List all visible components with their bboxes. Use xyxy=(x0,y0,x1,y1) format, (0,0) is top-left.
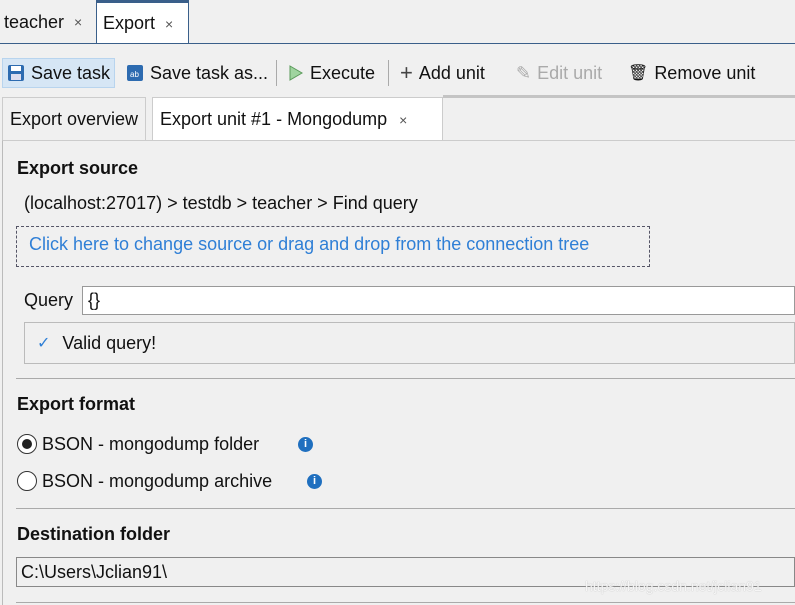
divider xyxy=(16,508,795,509)
edit-unit-label: Edit unit xyxy=(537,62,603,83)
check-icon: ✓ xyxy=(37,335,51,352)
tab-label: teacher xyxy=(4,11,65,32)
svg-text:ab: ab xyxy=(130,70,139,79)
radio-mongodump-archive[interactable] xyxy=(17,471,37,491)
query-status: Valid query! xyxy=(62,332,157,353)
close-icon[interactable]: × xyxy=(74,14,82,30)
execute-button[interactable]: Execute xyxy=(284,58,379,88)
trash-icon: 🗑 xyxy=(628,65,649,82)
remove-unit-button[interactable]: 🗑 Remove unit xyxy=(624,58,759,88)
export-source-heading: Export source xyxy=(17,158,139,178)
watermark: https://blog.csdn.net/jclian91 xyxy=(585,578,762,594)
destination-heading: Destination folder xyxy=(17,524,171,544)
edit-unit-button[interactable]: ✎ Edit unit xyxy=(512,58,606,88)
plus-icon: + xyxy=(400,60,413,85)
tab-label: Export overview xyxy=(10,109,139,129)
divider xyxy=(16,378,795,379)
tab-strip xyxy=(443,95,795,98)
change-source-dropzone[interactable]: Click here to change source or drag and … xyxy=(16,226,650,267)
info-icon[interactable]: i xyxy=(298,437,313,452)
save-as-icon: ab xyxy=(127,65,143,81)
play-icon xyxy=(289,65,303,81)
tab-label: Export xyxy=(103,13,156,33)
close-icon[interactable]: × xyxy=(165,16,173,32)
save-task-as-button[interactable]: ab Save task as... xyxy=(122,58,272,88)
divider xyxy=(16,602,795,603)
radio-label: BSON - mongodump archive xyxy=(42,471,273,491)
info-icon[interactable]: i xyxy=(307,474,322,489)
save-task-as-label: Save task as... xyxy=(150,62,269,83)
toolbar-separator xyxy=(276,60,277,86)
tab-teacher[interactable]: teacher × xyxy=(0,0,86,44)
export-format-heading: Export format xyxy=(17,394,136,414)
remove-unit-label: Remove unit xyxy=(654,62,756,83)
query-input[interactable]: {} xyxy=(82,286,795,315)
query-status-box: ✓ Valid query! xyxy=(24,322,795,364)
tab-divider xyxy=(0,43,795,44)
save-task-button[interactable]: Save task xyxy=(2,58,116,88)
save-icon xyxy=(8,65,24,81)
tab-export[interactable]: Export × xyxy=(96,0,189,44)
tab-label: Export unit #1 - Mongodump xyxy=(160,109,388,129)
add-unit-button[interactable]: + Add unit xyxy=(396,58,489,88)
toolbar-separator xyxy=(388,60,389,86)
save-task-label: Save task xyxy=(31,62,111,83)
pencil-icon: ✎ xyxy=(516,62,532,83)
radio-label: BSON - mongodump folder xyxy=(42,434,260,454)
radio-mongodump-folder[interactable] xyxy=(17,434,37,454)
source-path: (localhost:27017) > testdb > teacher > F… xyxy=(24,193,418,213)
tab-export-unit[interactable]: Export unit #1 - Mongodump × xyxy=(152,97,443,141)
add-unit-label: Add unit xyxy=(418,62,485,83)
execute-label: Execute xyxy=(310,62,376,83)
query-label: Query xyxy=(24,290,74,310)
close-icon[interactable]: × xyxy=(399,112,407,128)
tab-export-overview[interactable]: Export overview xyxy=(2,97,147,141)
